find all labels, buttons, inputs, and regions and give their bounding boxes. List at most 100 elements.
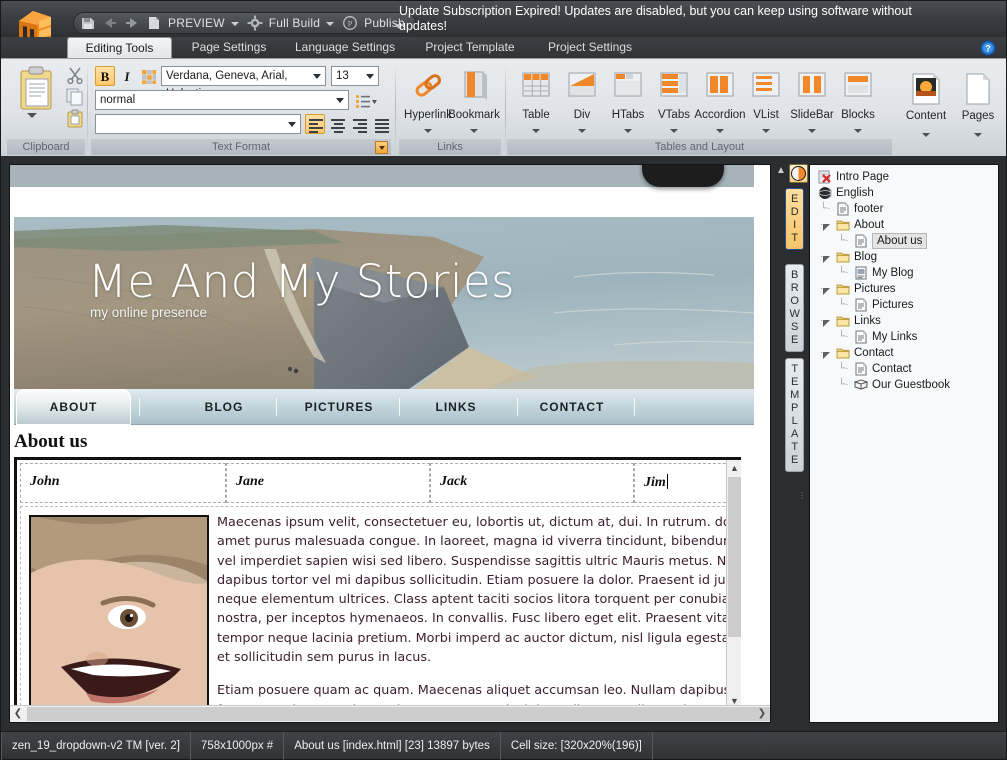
save-icon[interactable] [80,15,96,31]
horizontal-scroll-thumb[interactable] [27,707,770,721]
bookmark-button[interactable]: Bookmark [447,63,501,137]
scroll-up-icon[interactable]: ▲ [727,460,741,476]
tree-item-my-links[interactable]: └· My Links [814,329,998,345]
nav-item-blog[interactable]: BLOG [164,389,284,425]
tree-expander-icon[interactable] [822,253,831,263]
nav-item-about[interactable]: ABOUT [16,389,131,425]
tree-item-my-blog[interactable]: └· My Blog [814,265,998,281]
login-tab[interactable]: | log in [642,164,724,187]
table-dropdown-icon[interactable] [532,129,540,133]
bold-button[interactable]: B [95,66,115,86]
align-right-icon[interactable] [349,114,369,134]
nav-item-links[interactable]: LINKS [396,389,516,425]
align-left-icon[interactable] [305,114,325,134]
mode-tab-edit[interactable]: EDIT [785,188,804,250]
vlist-dropdown-icon[interactable] [762,129,770,133]
accordion-dropdown-icon[interactable] [716,129,724,133]
page-tree-panel[interactable]: Intro Page English └· footer · About └· About u… [809,164,999,723]
tree-expander-icon[interactable] [822,349,831,359]
group-separator [505,63,506,151]
content-button[interactable]: Content [899,69,953,141]
font-family-select[interactable]: Verdana, Geneva, Arial, Helvetica, sa [161,66,326,100]
mode-tab-template[interactable]: TEMPLATE [785,358,804,472]
tab-editing-tools[interactable]: Editing Tools [67,37,172,59]
css-class-select[interactable] [95,114,301,134]
tree-item-pictures[interactable]: · Pictures [814,281,998,297]
content-dropdown-icon[interactable] [922,133,930,137]
nav-item-contact[interactable]: CONTACT [512,389,632,425]
tree-item-about-us[interactable]: └· About us [814,233,998,249]
panel-grip[interactable]: ⋮ [798,492,806,500]
pages-button[interactable]: Pages [951,69,1005,141]
font-color-icon[interactable] [139,66,159,86]
tree-item-our-guestbook[interactable]: └· Our Guestbook [814,377,998,393]
scroll-right-icon[interactable]: ❯ [754,706,770,722]
help-icon[interactable]: ? [980,40,996,56]
tree-expander-icon[interactable] [822,317,831,327]
gear-icon[interactable] [247,15,263,31]
tree-expander-icon[interactable] [822,221,831,231]
paragraph-style-select[interactable]: normal [95,90,349,110]
collapse-panel-icon[interactable]: ▲ [773,164,789,180]
tree-item-contact[interactable]: └· Contact [814,361,998,377]
align-justify-icon[interactable] [371,114,391,134]
clipboard-dropdown-icon[interactable] [27,113,37,118]
full-build-label[interactable]: Full Build [269,16,320,30]
tree-item-blog[interactable]: · Blog [814,249,998,265]
paste-button[interactable] [15,65,59,121]
cell-john[interactable]: John [20,463,226,503]
tab-project-settings[interactable]: Project Settings [531,37,649,59]
preview-label[interactable]: PREVIEW [168,16,225,30]
login-link[interactable]: log in [672,164,701,165]
toggle-panel-icon[interactable] [789,164,808,183]
undo-icon[interactable] [102,15,118,31]
tree-item-links[interactable]: · Links [814,313,998,329]
tab-page-settings[interactable]: Page Settings [177,37,281,59]
vertical-scroll-thumb[interactable] [728,477,741,637]
new-page-icon[interactable] [146,15,162,31]
mode-tab-browse[interactable]: BROWSE [785,264,804,352]
vtabs-dropdown-icon[interactable] [670,129,678,133]
cut-icon[interactable] [65,65,85,85]
tree-item-pictures[interactable]: └· Pictures [814,297,998,313]
hyperlink-dropdown-icon[interactable] [424,129,432,133]
nav-item-pictures[interactable]: PICTURES [279,389,399,425]
site-banner-image: Me And My Stories my online presence [14,217,754,389]
cell-body-area[interactable]: Maecenas ipsum velit, consectetuer eu, l… [20,506,741,709]
cell-jim[interactable]: Jim [634,463,741,503]
slidebar-dropdown-icon[interactable] [808,129,816,133]
bullet-list-icon[interactable] [354,90,378,110]
blocks-button[interactable]: Blocks [831,63,885,137]
copy-icon[interactable] [65,87,85,107]
pages-dropdown-icon[interactable] [974,133,982,137]
cell-jane[interactable]: Jane [226,463,430,503]
content-vertical-scrollbar[interactable]: ▲ ▼ [726,460,741,709]
build-dropdown-icon[interactable] [326,22,335,26]
bookmark-dropdown-icon[interactable] [470,129,478,133]
tree-item-footer[interactable]: └· footer [814,201,998,217]
tree-item-about[interactable]: · About [814,217,998,233]
paste-small-icon[interactable] [65,109,85,129]
italic-button[interactable]: I [117,66,137,86]
font-size-select[interactable]: 13 [331,66,379,86]
tree-expander-icon[interactable] [822,285,831,295]
tab-language-settings[interactable]: Language Settings [281,37,409,59]
redo-icon[interactable] [124,15,140,31]
tree-item-contact[interactable]: · Contact [814,345,998,361]
div-dropdown-icon[interactable] [578,129,586,133]
blocks-dropdown-icon[interactable] [854,129,862,133]
tree-item-intro-page[interactable]: Intro Page [814,169,998,185]
page-canvas[interactable]: | log in [9,164,771,723]
preview-dropdown-icon[interactable] [230,22,239,26]
scroll-left-icon[interactable]: ❮ [10,706,26,722]
tree-item-english[interactable]: English [814,185,998,201]
tab-project-template[interactable]: Project Template [409,37,531,59]
publish-icon[interactable]: P [342,15,358,31]
content-edit-region[interactable]: John Jane Jack Jim Maecenas ipsum velit,… [14,457,741,709]
cell-jack[interactable]: Jack [430,463,634,503]
align-center-icon[interactable] [327,114,347,134]
text-format-dialog-launcher[interactable] [375,141,388,154]
canvas-horizontal-scrollbar[interactable]: ❮ ❯ [10,705,770,722]
htabs-dropdown-icon[interactable] [624,129,632,133]
bookmark-label: Bookmark [448,109,500,121]
